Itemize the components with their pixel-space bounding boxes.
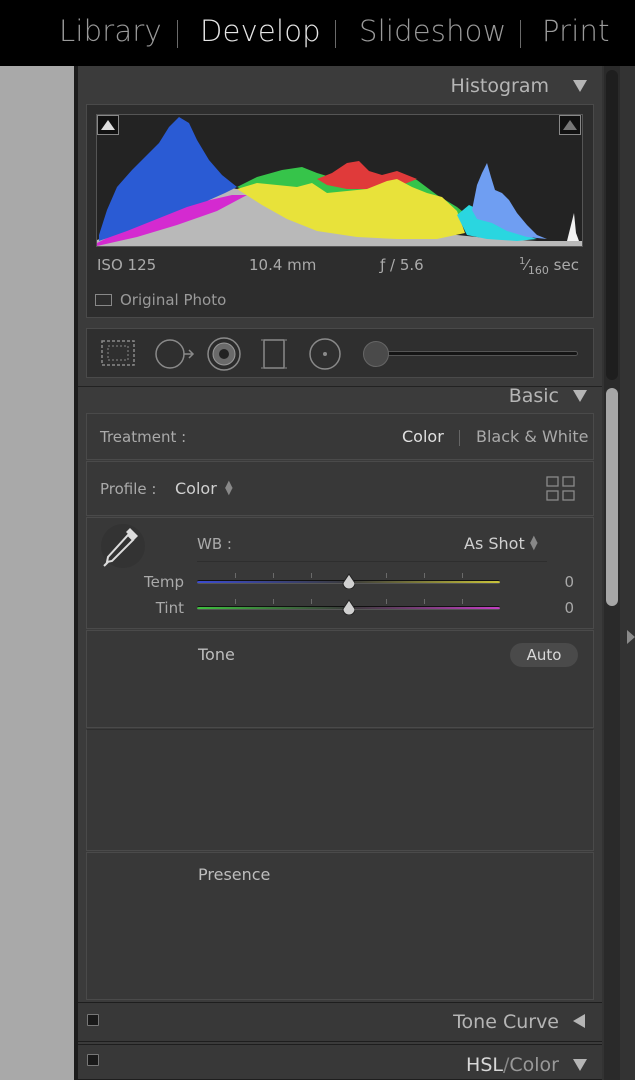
original-photo-label[interactable]: Original Photo	[120, 291, 226, 309]
tint-label: Tint	[155, 599, 184, 617]
white-balance-selector-icon[interactable]	[98, 522, 148, 570]
presence-heading: Presence	[198, 865, 271, 884]
red-eye-correction-icon[interactable]	[206, 336, 242, 372]
treatment-color-option[interactable]: Color	[402, 427, 444, 446]
hsl-enable-switch[interactable]	[87, 1054, 99, 1066]
wb-divider	[197, 561, 547, 562]
profile-dropdown-arrows-icon[interactable]: ▲ ▼	[225, 480, 233, 497]
original-photo-checkbox[interactable]	[95, 294, 112, 306]
profile-section	[86, 461, 594, 516]
module-slideshow[interactable]: Slideshow	[359, 14, 507, 48]
shutter-unit: sec	[553, 256, 579, 274]
hsl-title-color[interactable]: Color	[509, 1054, 559, 1076]
module-separator	[520, 20, 521, 48]
tone-curve-enable-switch[interactable]	[87, 1014, 99, 1026]
shutter-denominator: 160	[527, 264, 549, 277]
module-separator	[335, 20, 336, 48]
presence-section	[86, 852, 594, 1000]
tint-value[interactable]: 0	[514, 599, 574, 617]
tint-slider-knob[interactable]	[341, 599, 355, 615]
treatment-bw-option[interactable]: Black & White	[476, 427, 588, 446]
module-print[interactable]: Print	[542, 14, 610, 48]
tone-heading: Tone	[198, 645, 235, 664]
exif-focal-length: 10.4 mm	[249, 256, 317, 274]
graduated-filter-icon[interactable]	[259, 337, 289, 371]
module-picker: Library Develop Slideshow Print	[0, 0, 635, 66]
module-library[interactable]: Library	[59, 14, 162, 48]
image-preview-area[interactable]	[0, 66, 74, 1080]
scrollbar-thumb[interactable]	[606, 388, 618, 606]
profile-dropdown[interactable]: Color	[175, 479, 217, 498]
spot-removal-icon[interactable]	[152, 337, 196, 371]
histogram-collapse-icon[interactable]	[573, 80, 587, 92]
shutter-numerator: 1	[519, 256, 526, 267]
histogram-graph[interactable]	[96, 114, 583, 247]
wb-dropdown[interactable]: As Shot	[464, 534, 525, 553]
hsl-title-hsl[interactable]: HSL	[466, 1054, 503, 1076]
adjustment-brush-icon[interactable]	[363, 341, 389, 367]
crop-overlay-icon[interactable]	[100, 337, 136, 369]
basic-title[interactable]: Basic	[509, 385, 559, 407]
temp-label: Temp	[144, 573, 184, 591]
hsl-title[interactable]: HSL/Color	[466, 1054, 559, 1076]
histogram-chart	[97, 117, 582, 246]
wb-label: WB :	[197, 535, 232, 553]
temp-slider-knob[interactable]	[341, 573, 355, 589]
auto-tone-button[interactable]: Auto	[510, 643, 578, 667]
profile-browser-grid-icon[interactable]	[546, 476, 576, 502]
wb-dropdown-arrows-icon[interactable]: ▲ ▼	[530, 535, 538, 552]
radial-filter-icon[interactable]	[308, 337, 342, 371]
exif-aperture: ƒ / 5.6	[380, 256, 424, 274]
treatment-separator	[459, 430, 460, 446]
tone-curve-expand-icon[interactable]	[573, 1014, 585, 1028]
adjustment-brush-size-track[interactable]	[378, 351, 578, 356]
shadow-clipping-button[interactable]	[97, 115, 119, 135]
temp-value[interactable]: 0	[514, 573, 574, 591]
basic-collapse-icon[interactable]	[573, 390, 587, 402]
tone-detail-section	[86, 729, 594, 851]
scrollbar-upper	[606, 70, 618, 380]
exif-shutter: 1⁄160 sec	[519, 256, 579, 277]
tone-curve-title[interactable]: Tone Curve	[453, 1011, 559, 1033]
module-separator	[177, 20, 178, 48]
exif-iso: ISO 125	[97, 256, 157, 274]
hsl-collapse-icon[interactable]	[573, 1059, 587, 1071]
module-develop[interactable]: Develop	[200, 14, 321, 48]
collapse-right-panel-icon[interactable]	[627, 630, 635, 644]
highlight-clipping-button[interactable]	[559, 115, 581, 135]
histogram-title[interactable]: Histogram	[450, 75, 549, 97]
profile-label: Profile :	[100, 480, 157, 498]
treatment-label: Treatment :	[100, 428, 187, 446]
